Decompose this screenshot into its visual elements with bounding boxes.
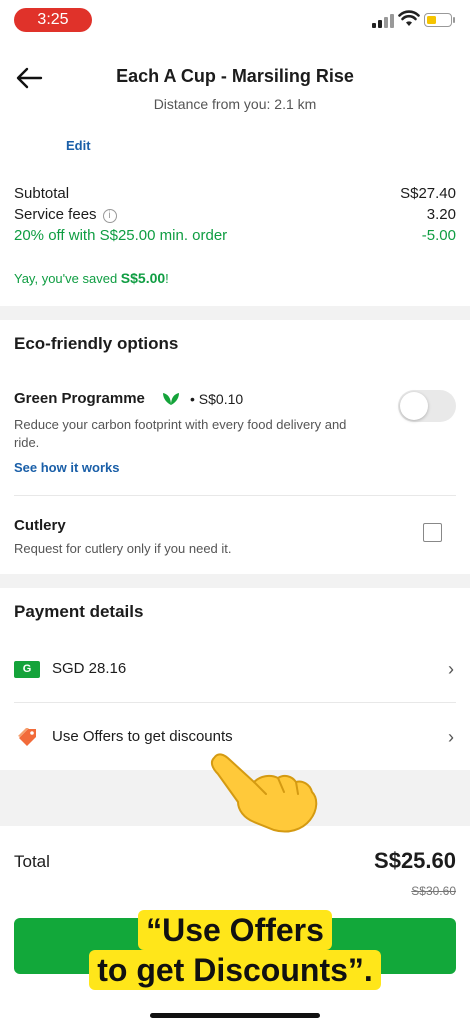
battery-icon <box>424 13 452 27</box>
savings-message: Yay, you've saved S$5.00! <box>14 270 169 286</box>
payment-section-title: Payment details <box>14 602 144 621</box>
cutlery-title: Cutlery <box>14 517 66 534</box>
section-divider <box>0 306 470 320</box>
total-value: S$25.60 <box>374 848 456 873</box>
total-label: Total <box>14 852 50 871</box>
total-original-price: S$30.60 <box>411 884 456 898</box>
service-fee-value: 3.20 <box>426 206 456 223</box>
info-icon[interactable]: i <box>102 209 117 223</box>
video-caption: “Use Offers to get Discounts”. <box>0 910 470 990</box>
distance-text: Distance from you: 2.1 km <box>153 96 317 112</box>
service-fee-label: Service fees <box>14 206 97 223</box>
see-how-it-works-link[interactable]: See how it works <box>14 460 119 475</box>
divider <box>14 495 456 496</box>
section-divider <box>0 574 470 588</box>
leaf-icon <box>163 393 179 405</box>
service-fee-row: Service fees i 3.20 <box>14 206 456 227</box>
discount-value: -5.00 <box>421 227 456 244</box>
discount-label: 20% off with S$25.00 min. order <box>14 227 228 244</box>
offers-text: Use Offers to get discounts <box>52 728 233 745</box>
green-programme-toggle[interactable] <box>398 390 456 422</box>
payment-method-amount: SGD 28.16 <box>52 660 127 677</box>
grabpay-badge: G <box>14 661 40 678</box>
subtotal-value: S$27.40 <box>400 185 456 202</box>
signal-icon <box>372 12 394 28</box>
savings-amount: S$5.00 <box>120 270 166 286</box>
home-indicator[interactable] <box>150 1013 320 1018</box>
subtotal-row: Subtotal S$27.40 <box>14 185 456 206</box>
page-title: Each A Cup - Marsiling Rise <box>116 66 354 86</box>
status-time: 3:25 <box>14 8 92 32</box>
subtotal-label: Subtotal <box>14 185 70 202</box>
edit-button[interactable]: Edit <box>66 138 91 153</box>
divider <box>14 702 456 703</box>
discount-row: 20% off with S$25.00 min. order -5.00 <box>14 227 456 248</box>
caption-line-1: “Use Offers <box>138 910 332 950</box>
caption-line-2: to get Discounts”. <box>89 950 381 990</box>
offer-tag-icon <box>18 728 36 746</box>
status-bar: 3:25 <box>0 0 470 40</box>
green-programme-description: Reduce your carbon footprint with every … <box>14 417 347 450</box>
eco-section-title: Eco-friendly options <box>14 334 179 353</box>
pointing-hand-icon <box>210 753 318 833</box>
green-programme-price: • S$0.10 <box>190 391 244 407</box>
cutlery-checkbox[interactable] <box>423 523 442 542</box>
green-programme-title: Green Programme <box>14 390 145 407</box>
payment-method-row[interactable]: G SGD 28.16 › <box>14 655 456 685</box>
chevron-right-icon: › <box>448 727 454 747</box>
cutlery-description: Request for cutlery only if you need it. <box>14 541 232 556</box>
header: Each A Cup - Marsiling Rise Distance fro… <box>0 52 470 132</box>
wifi-icon <box>398 10 420 26</box>
order-summary: Subtotal S$27.40 Service fees i 3.20 20% … <box>14 185 456 248</box>
chevron-right-icon: › <box>448 659 454 679</box>
